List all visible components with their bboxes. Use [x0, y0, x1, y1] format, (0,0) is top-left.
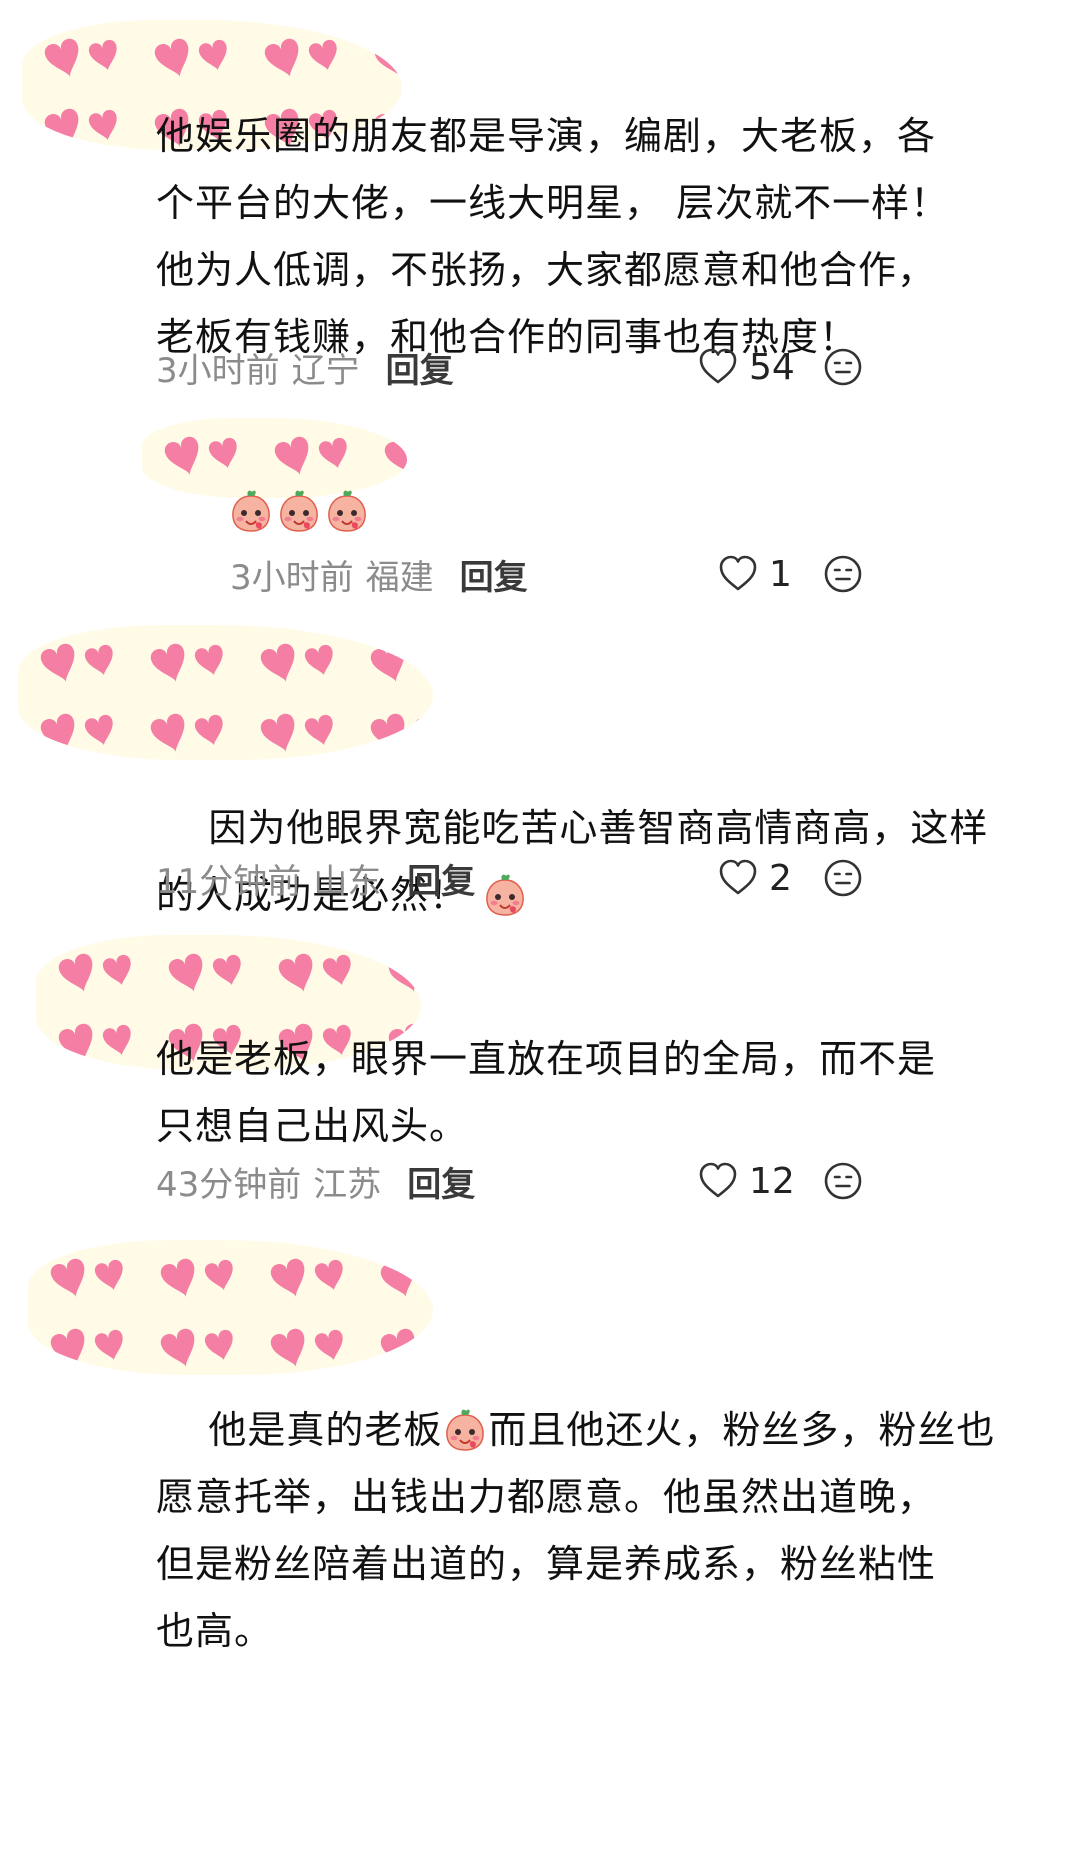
like-count: 54	[749, 346, 795, 388]
heart-outline-icon	[717, 553, 759, 595]
comment-location: 福建	[365, 557, 434, 598]
comment-location: 江苏	[313, 1164, 382, 1205]
like-button[interactable]: 2	[717, 852, 792, 904]
comment-time: 11分钟前	[156, 861, 302, 902]
peach-sticker	[324, 487, 370, 533]
reply-button[interactable]: 回复	[460, 550, 528, 599]
reply-button[interactable]: 回复	[386, 343, 454, 392]
like-count: 2	[769, 857, 792, 899]
like-button[interactable]: 12	[697, 1155, 795, 1207]
peach-sticker	[276, 487, 322, 533]
neutral-face-icon[interactable]	[822, 1160, 864, 1202]
like-count: 1	[769, 553, 792, 595]
like-button[interactable]: 54	[697, 341, 795, 393]
comment-location: 山东	[313, 861, 382, 902]
reply-button[interactable]: 回复	[407, 854, 475, 903]
neutral-face-icon[interactable]	[822, 346, 864, 388]
comment-text-content: 他是真的老板	[208, 1408, 443, 1452]
like-count: 12	[749, 1160, 795, 1202]
reply-button[interactable]: 回复	[407, 1157, 475, 1206]
heart-outline-icon	[717, 857, 759, 899]
comment-meta: 3小时前 福建 回复	[230, 548, 528, 600]
neutral-face-icon[interactable]	[822, 553, 864, 595]
peach-sticker	[482, 871, 528, 917]
heart-outline-icon	[697, 1160, 739, 1202]
comment-meta: 43分钟前 江苏 回复	[156, 1155, 475, 1207]
like-button[interactable]: 1	[717, 548, 792, 600]
comment-location: 辽宁	[291, 350, 360, 391]
peach-sticker	[442, 1406, 488, 1452]
comment-meta: 3小时前 辽宁 回复	[156, 341, 454, 393]
heart-outline-icon	[697, 346, 739, 388]
neutral-face-icon[interactable]	[822, 857, 864, 899]
comment-text: 他娱乐圈的朋友都是导演，编剧，大老板，各 个平台的大佬，一线大明星， 层次就不一…	[156, 114, 950, 359]
comment-time: 3小时前	[156, 350, 280, 391]
sticker-row	[228, 487, 370, 533]
comment-text: 他是真的老板 而且他还火，粉丝多，粉丝也 愿意托举，出钱出力都愿意。他虽然出道晚，…	[156, 1330, 1056, 1732]
comment-time: 3小时前	[230, 557, 354, 598]
peach-sticker	[228, 487, 274, 533]
avatar-name-mask	[142, 418, 407, 498]
comment-text: 他是老板，眼界一直放在项目的全局，而不是 只想自己出风头。	[156, 1037, 937, 1148]
comment-meta: 11分钟前 山东 回复	[156, 852, 475, 904]
comment-time: 43分钟前	[156, 1164, 302, 1205]
